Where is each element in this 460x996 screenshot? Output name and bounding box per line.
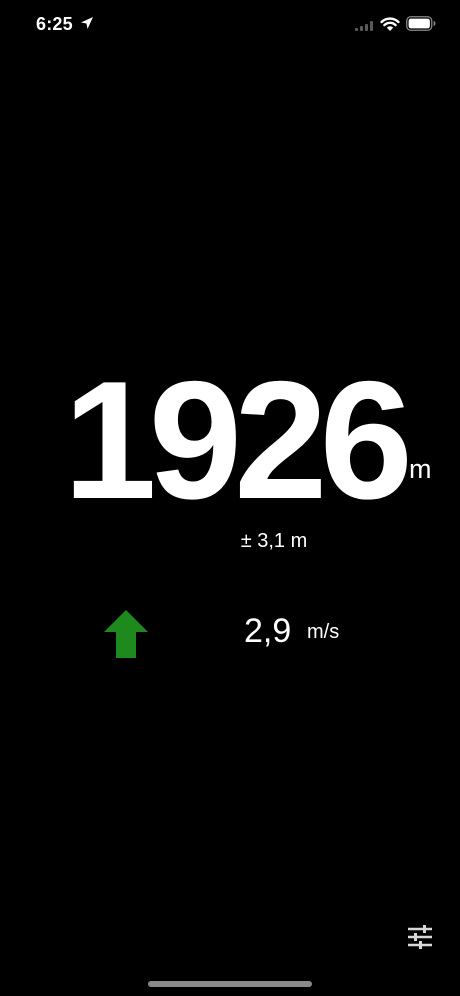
- altitude-value: 1926: [63, 346, 413, 534]
- vertical-speed-unit: m/s: [307, 621, 340, 643]
- status-bar: 6:25: [0, 0, 460, 50]
- home-indicator[interactable]: [148, 981, 312, 987]
- arrow-up-icon: [104, 610, 148, 658]
- altitude-unit: m: [409, 454, 432, 484]
- status-time: 6:25: [36, 14, 73, 34]
- vertical-speed-value: 2,9: [244, 612, 292, 650]
- location-arrow-icon: [81, 17, 93, 29]
- sliders-icon: [408, 925, 432, 949]
- wifi-icon: [380, 17, 400, 31]
- settings-button[interactable]: [405, 922, 435, 952]
- battery-icon: [406, 16, 436, 31]
- altitude-accuracy: ± 3,1 m: [240, 530, 308, 552]
- cellular-signal-icon: [355, 21, 373, 31]
